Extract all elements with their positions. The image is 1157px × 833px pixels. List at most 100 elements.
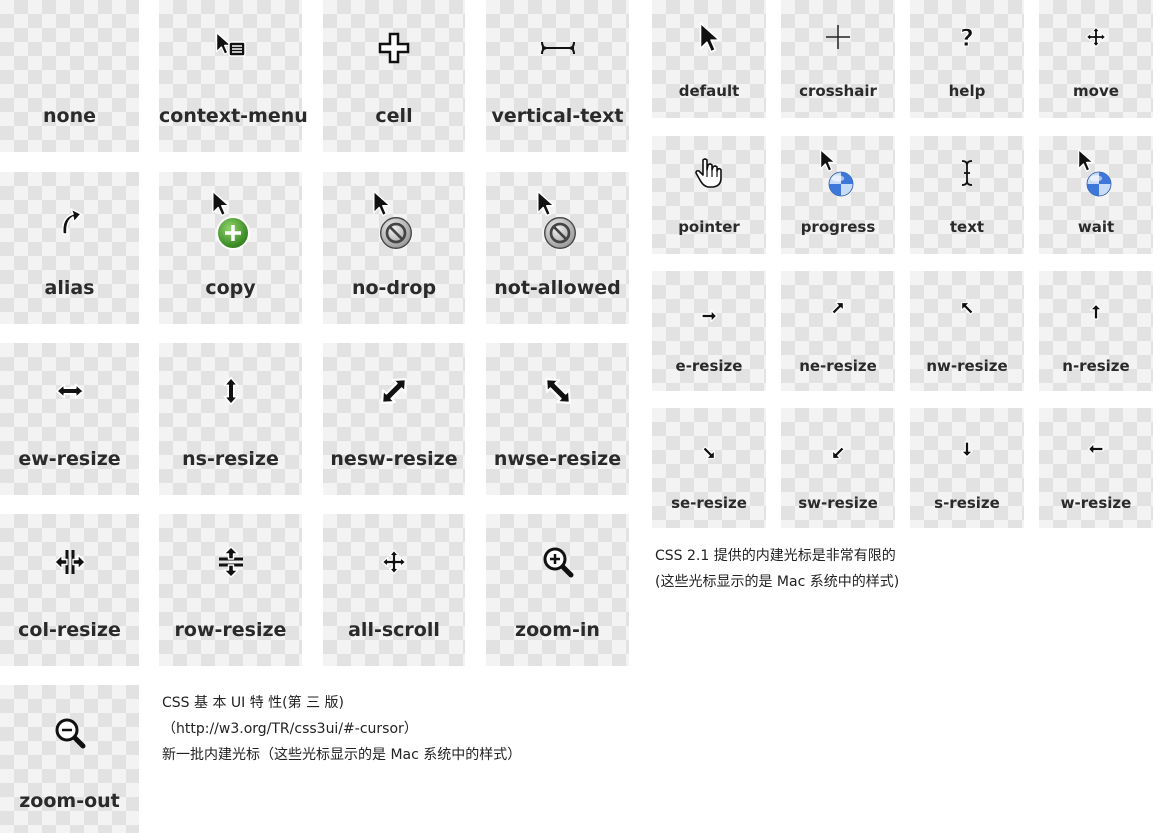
- cursor-tile-nw-resize: nw-resize: [910, 271, 1024, 391]
- n-resize-icon: [1039, 287, 1153, 337]
- no-drop-icon: [323, 190, 465, 250]
- zoom-in-icon: [486, 532, 629, 592]
- cursor-tile-se-resize: se-resize: [652, 408, 766, 528]
- row-resize-icon: [159, 532, 302, 592]
- tile-label: n-resize: [1062, 357, 1130, 375]
- tile-label: ns-resize: [182, 448, 279, 470]
- tile-label: nwse-resize: [493, 448, 622, 470]
- cursor-tile-text: text: [910, 136, 1024, 254]
- tile-label: progress: [800, 218, 876, 236]
- alias-icon: [0, 190, 139, 250]
- tile-label: no-drop: [351, 277, 437, 299]
- left-caption: CSS 基 本 UI 特 性(第 三 版) （http://w3.org/TR/…: [162, 690, 521, 768]
- tile-label: nw-resize: [926, 357, 1008, 375]
- col-resize-icon: [0, 532, 139, 592]
- tile-label: ew-resize: [18, 448, 121, 470]
- cursor-tile-w-resize: w-resize: [1039, 408, 1153, 528]
- tile-label: cell: [375, 105, 413, 127]
- s-resize-icon: [910, 424, 1024, 474]
- tile-label: default: [678, 82, 740, 100]
- tile-label: none: [43, 105, 96, 127]
- cell-icon: [323, 18, 465, 78]
- left-caption-link: （http://w3.org/TR/css3ui/#-cursor）: [162, 721, 418, 737]
- cursor-tile-progress: progress: [781, 136, 895, 254]
- tile-label: s-resize: [934, 494, 1000, 512]
- svg-text:?: ?: [960, 24, 974, 52]
- cursor-tile-alias: alias: [0, 172, 139, 324]
- nwse-resize-icon: [486, 361, 629, 421]
- tile-label: zoom-in: [515, 619, 600, 641]
- cursor-tile-wait: wait: [1039, 136, 1153, 254]
- tile-label: not-allowed: [494, 277, 621, 299]
- tile-label: alias: [44, 277, 95, 299]
- w-resize-icon: [1039, 424, 1153, 474]
- cursor-tile-zoom-in: zoom-in: [486, 514, 629, 666]
- e-resize-icon: [652, 291, 766, 341]
- tile-label: context-menu: [159, 105, 308, 127]
- cursor-tile-default: default: [652, 0, 766, 118]
- progress-icon: [781, 148, 895, 198]
- cursor-tile-none: none: [0, 0, 139, 152]
- tile-label: wait: [1077, 218, 1115, 236]
- tile-label: sw-resize: [798, 494, 878, 512]
- cursor-tile-nesw-resize: nesw-resize: [323, 343, 465, 495]
- tile-label: crosshair: [799, 82, 877, 100]
- tile-label: col-resize: [18, 619, 121, 641]
- right-caption-note: (这些光标显示的是 Mac 系统中的样式): [655, 574, 900, 590]
- sw-resize-icon: [781, 428, 895, 478]
- cursor-tile-move: move: [1039, 0, 1153, 118]
- nesw-resize-icon: [323, 361, 465, 421]
- context-menu-icon: [159, 18, 302, 78]
- tile-label: move: [1073, 82, 1119, 100]
- right-caption: CSS 2.1 提供的内建光标是非常有限的 (这些光标显示的是 Mac 系统中的…: [655, 543, 899, 595]
- wait-icon: [1039, 148, 1153, 198]
- se-resize-icon: [652, 428, 766, 478]
- default-arrow-icon: [652, 12, 766, 62]
- cursor-tile-e-resize: e-resize: [652, 271, 766, 391]
- tile-label: copy: [205, 277, 256, 299]
- cursor-tile-crosshair: crosshair: [781, 0, 895, 118]
- cursor-tile-context-menu: context-menu: [159, 0, 308, 152]
- tile-label: vertical-text: [491, 105, 624, 127]
- tile-label: ne-resize: [799, 357, 877, 375]
- crosshair-icon: [781, 12, 895, 62]
- not-allowed-icon: [486, 190, 629, 250]
- cursor-tile-ns-resize: ns-resize: [159, 343, 302, 495]
- cursor-tile-zoom-out: zoom-out: [0, 685, 139, 833]
- left-caption-note: 新一批内建光标（这些光标显示的是 Mac 系统中的样式）: [162, 747, 522, 763]
- all-scroll-icon: [323, 532, 465, 592]
- cursor-tile-not-allowed: not-allowed: [486, 172, 629, 324]
- tile-label: row-resize: [174, 619, 287, 641]
- right-caption-title: CSS 2.1 提供的内建光标是非常有限的: [655, 548, 896, 564]
- tile-label: e-resize: [675, 357, 743, 375]
- cursor-tile-n-resize: n-resize: [1039, 271, 1153, 391]
- zoom-out-icon: [0, 703, 139, 763]
- tile-label: w-resize: [1060, 494, 1132, 512]
- ew-resize-icon: [0, 361, 139, 421]
- tile-label: se-resize: [671, 494, 747, 512]
- cursor-tile-nwse-resize: nwse-resize: [486, 343, 629, 495]
- tile-label: help: [948, 82, 986, 100]
- cursor-tile-cell: cell: [323, 0, 465, 152]
- cursor-tile-vertical-text: vertical-text: [486, 0, 629, 152]
- text-ibeam-icon: [910, 148, 1024, 198]
- ns-resize-icon: [159, 361, 302, 421]
- tile-label: text: [949, 218, 985, 236]
- cursor-tile-all-scroll: all-scroll: [323, 514, 465, 666]
- move-icon: [1039, 12, 1153, 62]
- ne-resize-icon: [781, 283, 895, 333]
- cursor-tile-s-resize: s-resize: [910, 408, 1024, 528]
- cursor-tile-row-resize: row-resize: [159, 514, 302, 666]
- cursor-tile-ew-resize: ew-resize: [0, 343, 139, 495]
- tile-label: zoom-out: [19, 790, 120, 812]
- cursor-tile-sw-resize: sw-resize: [781, 408, 895, 528]
- vertical-text-icon: [486, 18, 629, 78]
- cursor-tile-col-resize: col-resize: [0, 514, 139, 666]
- cursor-tile-help: ? help: [910, 0, 1024, 118]
- tile-label: nesw-resize: [330, 448, 458, 470]
- cursor-tile-ne-resize: ne-resize: [781, 271, 895, 391]
- cursor-tile-pointer: pointer: [652, 136, 766, 254]
- left-caption-title: CSS 基 本 UI 特 性(第 三 版): [162, 695, 344, 711]
- help-icon: ?: [910, 12, 1024, 62]
- tile-label: all-scroll: [348, 619, 440, 641]
